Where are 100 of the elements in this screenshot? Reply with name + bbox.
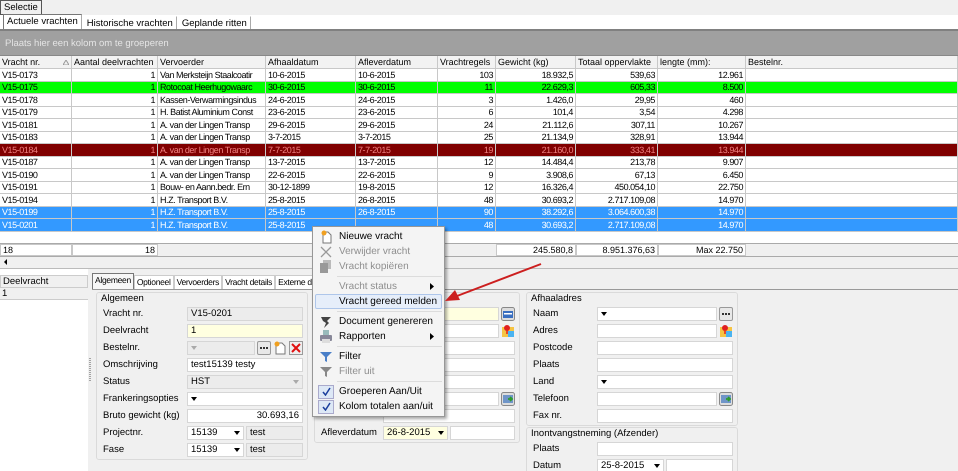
- table-cell: 14.970: [718, 220, 743, 230]
- table-cell: V15-0178: [2, 94, 38, 105]
- table-cell: 7-7-2015: [268, 144, 300, 155]
- table-cell: 13-7-2015: [268, 157, 305, 168]
- table-cell: 3.908,6: [546, 170, 573, 180]
- group-title: Inontvangstneming (Afzender): [531, 428, 660, 438]
- table-cell: 30.693,2: [542, 194, 573, 205]
- table-cell: 9.907: [722, 157, 743, 168]
- table-cell: 29-6-2015: [358, 120, 395, 130]
- field-label: Telefoon: [533, 393, 570, 404]
- table-cell: 1: [150, 182, 155, 192]
- table-cell: 19: [484, 144, 493, 155]
- table-cell: 101,4: [552, 107, 573, 118]
- table-cell: Van Merksteijn Staalcoatir: [160, 70, 252, 80]
- field-label: Postcode: [533, 342, 574, 353]
- table-cell: 14.970: [718, 194, 743, 205]
- table-cell: 3: [488, 94, 493, 105]
- table-cell: Kassen-Verwarmingsindus: [160, 94, 256, 105]
- table-cell: 13-7-2015: [358, 157, 395, 168]
- table-cell: 13.944: [718, 132, 743, 142]
- table-cell: 450.054,10: [614, 182, 655, 192]
- field-label: Plaats: [533, 359, 560, 370]
- table-cell: V15-0175: [2, 82, 38, 92]
- table-cell: 1: [150, 132, 155, 142]
- table-cell: 14.484,4: [542, 157, 573, 168]
- table-cell: 1: [150, 194, 155, 205]
- table-cell: 67,13: [634, 170, 655, 180]
- table-cell: 18.932,5: [542, 70, 573, 80]
- table-cell: 3-7-2015: [268, 132, 300, 142]
- table-cell: 1: [150, 82, 155, 92]
- table-cell: 22.629,3: [542, 82, 573, 92]
- table-cell: 13.944: [718, 144, 743, 155]
- table-cell: 29,95: [634, 94, 655, 105]
- table-cell: 30-12-1899: [268, 182, 310, 192]
- table-cell: 23-6-2015: [358, 107, 395, 118]
- table-cell: 3-7-2015: [358, 132, 390, 142]
- field-label: Frankeringsopties: [103, 393, 180, 404]
- field-label: Fax nr.: [533, 410, 564, 421]
- table-cell: 1: [150, 70, 155, 80]
- table-cell: 12: [484, 182, 493, 192]
- group-title: Algemeen: [101, 292, 145, 304]
- column-total: 18: [0, 244, 72, 256]
- table-cell: 23-6-2015: [268, 107, 305, 118]
- table-cell: 11: [484, 82, 493, 92]
- table-cell: 1: [150, 120, 155, 130]
- column-total: Max 22.750: [658, 244, 746, 256]
- table-cell: 1: [150, 107, 155, 118]
- table-cell: V15-0173: [2, 70, 38, 80]
- table-cell: 22-6-2015: [268, 170, 305, 180]
- table-cell: V15-0181: [2, 120, 38, 130]
- table-cell: 14.970: [718, 207, 743, 218]
- table-cell: 29-6-2015: [268, 120, 305, 130]
- table-cell: 25-8-2015: [268, 220, 305, 230]
- table-cell: 1: [150, 144, 155, 155]
- field-label: Bruto gewicht (kg): [103, 410, 181, 421]
- table-cell: 21.112,6: [542, 120, 573, 130]
- table-cell: 2.717.109,08: [608, 220, 655, 230]
- column-header: Deelvracht: [0, 274, 88, 288]
- table-cell: 16.326,4: [542, 182, 573, 192]
- table-cell: 48: [484, 220, 493, 230]
- table-cell: V15-0190: [2, 170, 38, 180]
- table-cell: 103: [479, 70, 493, 80]
- field-label: Status: [103, 376, 131, 387]
- group-by-hint: Plaats hier een kolom om te groeperen: [5, 38, 169, 48]
- table-cell: 25-8-2015: [268, 207, 305, 218]
- table-cell: 30-6-2015: [358, 82, 395, 92]
- table-cell: 539,63: [630, 70, 655, 80]
- field-label: Land: [533, 376, 556, 387]
- table-cell: 3,54: [639, 107, 655, 118]
- table-cell: V15-0183: [2, 132, 38, 142]
- table-cell: V15-0191: [2, 182, 38, 192]
- field-label: Projectnr.: [103, 427, 144, 438]
- table-cell: 8.500: [722, 82, 743, 92]
- column-total: 8.951.376,63: [576, 244, 658, 256]
- field-label: Vracht nr.: [103, 308, 144, 319]
- table-cell: H. Batist Aluminium Const: [160, 107, 253, 118]
- table-cell: 21.134,9: [542, 132, 573, 142]
- field-label: Fase: [103, 444, 126, 455]
- table-cell: 10-6-2015: [358, 70, 395, 80]
- table-cell: 12: [484, 157, 493, 168]
- table-cell: 3.064.600,38: [608, 207, 655, 218]
- table-cell: V15-0187: [2, 157, 38, 168]
- table-cell: 12.961: [718, 70, 743, 80]
- table-cell: 30-6-2015: [268, 82, 305, 92]
- table-cell: 1: [150, 157, 155, 168]
- table-cell: Rotocoat Heerhugowaarc: [160, 82, 252, 92]
- table-cell: 333,41: [630, 144, 655, 155]
- field-label: Afleverdatum: [321, 427, 378, 438]
- table-cell: 1: [150, 220, 155, 230]
- table-cell: H.Z. Transport B.V.: [160, 194, 228, 205]
- table-cell: 605,33: [630, 82, 655, 92]
- field-label: Plaats: [533, 443, 560, 454]
- table-cell: A. van der Lingen Transp: [160, 157, 250, 168]
- table-cell: A. van der Lingen Transp: [160, 120, 250, 130]
- table-cell: 26-8-2015: [358, 207, 395, 218]
- table-cell: Bouw- en Aann.bedr. Ern: [160, 182, 250, 192]
- table-cell: 21.160,0: [542, 144, 573, 155]
- table-cell: 22-6-2015: [358, 170, 395, 180]
- field-label: Naam: [533, 308, 560, 319]
- table-cell: 24-6-2015: [358, 94, 395, 105]
